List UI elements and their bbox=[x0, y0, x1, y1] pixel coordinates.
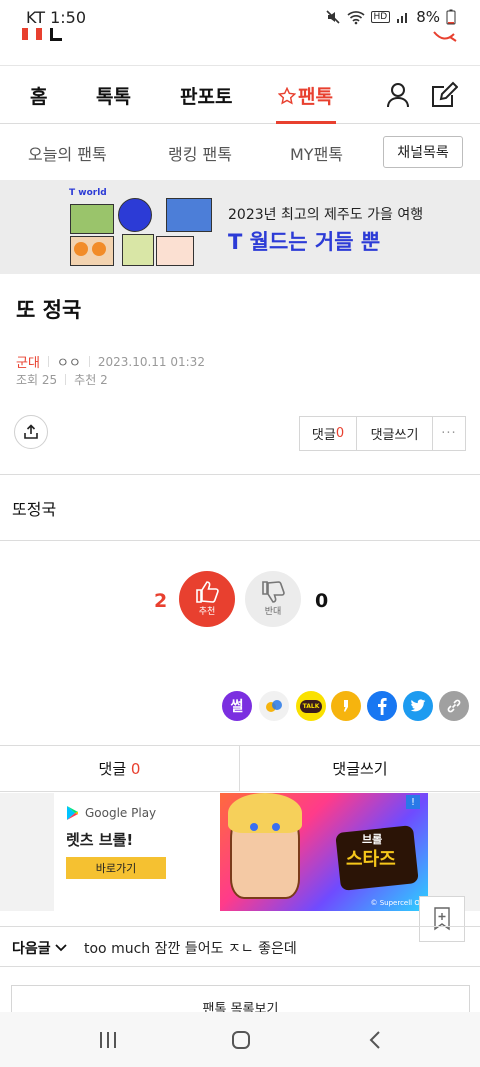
comment-count-button[interactable]: 댓글 0 bbox=[300, 417, 357, 450]
divider bbox=[0, 926, 480, 927]
thumbs-up-icon bbox=[196, 581, 219, 603]
site-header bbox=[0, 28, 480, 66]
battery-text: 8% bbox=[416, 8, 440, 26]
mute-icon bbox=[325, 10, 340, 24]
link-icon[interactable] bbox=[439, 691, 469, 721]
comment-tab[interactable]: 댓글 0 bbox=[0, 746, 240, 791]
ad-area: Google Play 렛츠 브롤! 바로가기 브롤 스타즈 ! © Super… bbox=[0, 793, 480, 911]
divider bbox=[0, 540, 480, 541]
next-post-title[interactable]: too much 잠깐 들어도 ㅈㄴ 좋은데 bbox=[84, 938, 297, 958]
upvote-count: 2 bbox=[154, 590, 168, 612]
subnav-today[interactable]: 오늘의 팬톡 bbox=[28, 141, 107, 165]
upvote-button[interactable]: 추천 bbox=[179, 571, 235, 627]
bookmark-button[interactable] bbox=[419, 896, 465, 942]
post-date: 2023.10.11 01:32 bbox=[97, 354, 205, 369]
ad-cta-button[interactable]: 바로가기 bbox=[66, 857, 166, 879]
google-play-text: Google Play bbox=[85, 806, 157, 820]
ad-logo-main: 스타즈 bbox=[346, 849, 396, 870]
comment-bar: 댓글 0 댓글쓰기 bbox=[0, 745, 480, 792]
nav-item-fantalk[interactable]: 팬톡 bbox=[278, 82, 333, 109]
downvote-label: 반대 bbox=[264, 607, 282, 617]
bookmark-icon bbox=[434, 907, 450, 931]
upvote-label: 추천 bbox=[198, 607, 216, 617]
chevron-down-icon bbox=[55, 944, 67, 952]
back-icon[interactable] bbox=[368, 1030, 382, 1050]
banner-brand: T world bbox=[69, 188, 107, 198]
comment-label: 댓글 bbox=[311, 428, 336, 443]
kakaotalk-icon[interactable]: TALK bbox=[296, 691, 326, 721]
system-navigation-bar bbox=[0, 1012, 480, 1067]
next-post-label: 다음글 bbox=[12, 941, 51, 957]
meta-separator bbox=[88, 356, 90, 367]
nav-item-fantalk-label: 팬톡 bbox=[298, 86, 333, 108]
banner-line-1: 2023년 최고의 제주도 가을 여행 bbox=[228, 207, 424, 223]
kakaostory-icon[interactable] bbox=[331, 691, 361, 721]
wifi-icon bbox=[346, 11, 365, 25]
divider bbox=[0, 474, 480, 475]
star-icon bbox=[278, 86, 296, 104]
ssul-icon-text: 썰 bbox=[230, 699, 244, 715]
banner-illustration bbox=[70, 198, 215, 270]
post-body: 또정국 bbox=[12, 500, 57, 519]
share-button[interactable] bbox=[14, 415, 48, 449]
post-recommend: 추천 2 bbox=[74, 373, 108, 387]
top-banner-ad[interactable]: T world 2023년 최고의 제주도 가을 여행 T 월드는 거들 뿐 bbox=[0, 180, 480, 274]
nav-item-toktok[interactable]: 톡톡 bbox=[96, 82, 131, 109]
search-icon[interactable] bbox=[432, 28, 458, 42]
comment-tab-count: 0 bbox=[130, 759, 141, 778]
write-comment-tab[interactable]: 댓글쓰기 bbox=[240, 746, 480, 791]
battery-icon bbox=[446, 9, 456, 25]
status-icons: HD 8% bbox=[325, 8, 457, 26]
facebook-icon[interactable] bbox=[367, 691, 397, 721]
write-icon[interactable] bbox=[430, 81, 458, 109]
nav-item-panphoto[interactable]: 판포토 bbox=[180, 82, 232, 109]
next-post-toggle[interactable]: 다음글 bbox=[12, 938, 67, 958]
hd-badge: HD bbox=[370, 11, 391, 23]
ad-info-icon[interactable]: ! bbox=[406, 795, 420, 809]
comment-tab-label: 댓글 bbox=[98, 760, 127, 778]
nav-item-home[interactable]: 홈 bbox=[30, 82, 47, 109]
downvote-count: 0 bbox=[315, 590, 329, 612]
channel-list-button[interactable]: 채널목록 bbox=[383, 136, 463, 168]
post-title: 또 정국 bbox=[16, 298, 82, 322]
divider bbox=[0, 966, 480, 967]
sub-nav: 오늘의 팬톡 랭킹 팬톡 MY팬톡 채널목록 bbox=[0, 124, 480, 180]
recent-apps-icon[interactable] bbox=[98, 1031, 118, 1049]
subnav-ranking[interactable]: 랭킹 팬톡 bbox=[168, 141, 232, 165]
post-meta-line-1: 군대 ㅇㅇ 2023.10.11 01:32 bbox=[16, 352, 205, 372]
subnav-my[interactable]: MY팬톡 bbox=[290, 141, 343, 165]
meta-separator bbox=[65, 374, 67, 385]
post-category[interactable]: 군대 bbox=[16, 352, 40, 371]
meta-separator bbox=[47, 356, 49, 367]
brawl-stars-ad[interactable]: Google Play 렛츠 브롤! 바로가기 브롤 스타즈 ! © Super… bbox=[54, 793, 428, 911]
post-action-group: 댓글 0 댓글쓰기 ··· bbox=[299, 416, 466, 451]
more-button[interactable]: ··· bbox=[433, 417, 465, 450]
downvote-button[interactable]: 반대 bbox=[245, 571, 301, 627]
signal-icon bbox=[397, 13, 408, 23]
ad-copyright: © Supercell Oy bbox=[370, 899, 424, 907]
carrier-time: KT 1:50 bbox=[26, 8, 87, 27]
ssul-icon[interactable]: 썰 bbox=[222, 691, 252, 721]
user-icon[interactable] bbox=[386, 82, 410, 108]
twitter-icon[interactable] bbox=[403, 691, 433, 721]
write-comment-button[interactable]: 댓글쓰기 bbox=[357, 417, 433, 450]
google-play-icon bbox=[67, 806, 78, 820]
post-author: ㅇㅇ bbox=[56, 356, 81, 371]
comment-count: 0 bbox=[335, 426, 345, 441]
home-icon[interactable] bbox=[231, 1030, 251, 1050]
google-play-label: Google Play bbox=[66, 805, 156, 821]
post-views: 조회 25 bbox=[16, 373, 58, 387]
ad-app-name: 렛츠 브롤! bbox=[66, 831, 134, 849]
kakaotalk-icon-text: TALK bbox=[299, 699, 323, 713]
thumbs-down-icon bbox=[262, 581, 285, 603]
cyworld-icon[interactable] bbox=[259, 691, 289, 721]
post-meta-line-2: 조회 25 추천 2 bbox=[16, 371, 108, 388]
banner-line-2: T 월드는 거들 뿐 bbox=[228, 230, 381, 254]
share-icon bbox=[24, 424, 38, 439]
site-logo[interactable] bbox=[22, 28, 62, 42]
main-nav: 홈 톡톡 판포토 팬톡 bbox=[0, 66, 480, 124]
ad-artwork: 브롤 스타즈 ! © Supercell Oy bbox=[220, 793, 428, 911]
